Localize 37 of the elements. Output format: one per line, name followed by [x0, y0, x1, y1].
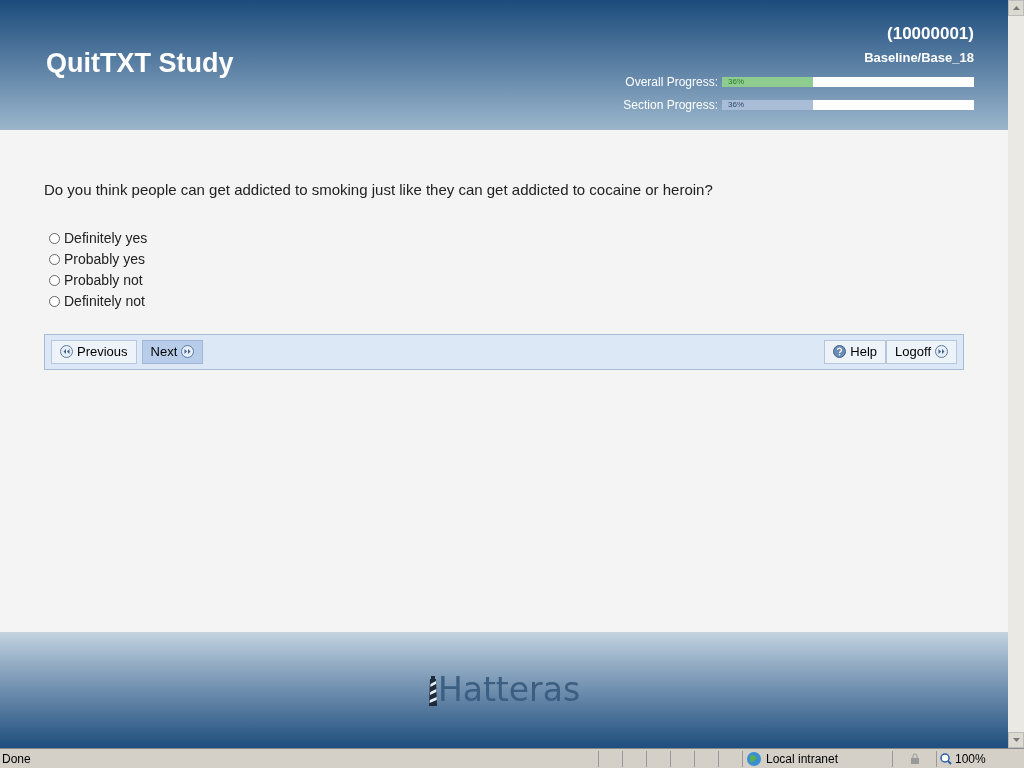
down-arrow-icon: [1012, 738, 1020, 742]
study-title: QuitTXT Study: [46, 47, 234, 80]
forward-icon: [181, 345, 195, 358]
progress-reading: 36%: [728, 100, 744, 110]
hatteras-logo: Hatteras: [437, 673, 581, 707]
option-label: Probably not: [64, 271, 143, 290]
zoom-level[interactable]: 100%: [955, 749, 986, 768]
progress-label: Overall Progress:: [625, 74, 718, 91]
progress-reading: 36%: [728, 77, 744, 87]
scroll-up-button[interactable]: [1008, 0, 1024, 16]
rewind-icon: [60, 345, 73, 358]
status-text: Done: [1, 750, 32, 768]
lock-icon: [908, 752, 921, 765]
help-button[interactable]: Help: [824, 339, 887, 364]
help-icon: [833, 345, 847, 358]
next-button[interactable]: Next: [141, 339, 204, 364]
radio-button[interactable]: [49, 275, 60, 286]
previous-button[interactable]: Previous: [51, 339, 137, 364]
logoff-button[interactable]: Logoff: [886, 339, 957, 364]
option-label: Definitely yes: [64, 229, 148, 248]
progress-label: Section Progress:: [623, 97, 718, 114]
zoom-icon: [940, 752, 952, 765]
globe-icon: [746, 750, 762, 767]
option-label: Definitely not: [64, 292, 145, 311]
zone-text: Local intranet: [766, 750, 839, 768]
radio-button[interactable]: [49, 233, 60, 244]
question-text: Do you think people can get addicted to smoking just like they can get addicted to cocaine or heroin?: [44, 180, 714, 200]
option-label: Probably yes: [64, 250, 145, 269]
forward-icon: [935, 345, 948, 358]
section-name: Baseline/Base_18: [864, 48, 974, 67]
radio-button[interactable]: [49, 296, 60, 307]
participant-id: (10000001): [887, 23, 974, 45]
scrollbar[interactable]: [1008, 0, 1024, 748]
radio-button[interactable]: [49, 254, 60, 265]
scroll-down-button[interactable]: [1008, 732, 1024, 748]
up-arrow-icon: [1012, 6, 1020, 10]
lighthouse-icon: [427, 675, 438, 707]
